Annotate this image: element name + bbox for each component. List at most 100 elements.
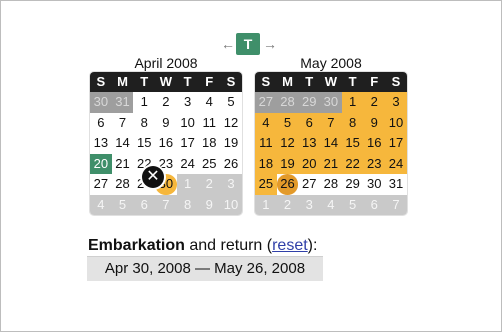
day-cell-selected[interactable]: 3 bbox=[385, 92, 407, 113]
week-row: 13 14 15 16 17 18 19 bbox=[90, 133, 242, 154]
day-cell-selected[interactable]: 12 bbox=[276, 133, 299, 154]
day-cell[interactable]: 6 bbox=[363, 194, 386, 215]
calendar-grid: S M T W T F S 30 31 1 2 3 4 5 6 7 8 9 10… bbox=[90, 72, 242, 215]
close-paren: ): bbox=[307, 237, 318, 254]
day-cell[interactable]: 30 bbox=[90, 92, 112, 113]
day-cell[interactable]: 3 bbox=[298, 194, 321, 215]
day-cell[interactable]: 15 bbox=[133, 133, 155, 154]
day-cell[interactable]: 27 bbox=[255, 92, 277, 113]
day-cell[interactable]: 3 bbox=[177, 92, 199, 113]
day-cell-selected[interactable]: 7 bbox=[320, 112, 342, 133]
day-cell-selected[interactable]: 8 bbox=[341, 112, 364, 133]
day-cell[interactable]: 31 bbox=[111, 92, 134, 113]
weekday-label: S bbox=[226, 74, 236, 89]
day-cell-selected[interactable]: 10 bbox=[385, 112, 407, 133]
month-title: April 2008 bbox=[134, 55, 198, 71]
day-cell[interactable]: 4 bbox=[90, 194, 112, 215]
day-cell-today[interactable]: 20 bbox=[90, 153, 112, 174]
day-cell[interactable]: 13 bbox=[90, 133, 112, 154]
day-cell-selected[interactable]: 21 bbox=[320, 153, 342, 174]
day-cell-selected[interactable]: 5 bbox=[276, 112, 299, 133]
day-cell[interactable]: 12 bbox=[220, 113, 242, 134]
day-cell[interactable]: 3 bbox=[220, 174, 242, 195]
day-cell[interactable]: 6 bbox=[90, 113, 112, 134]
day-cell[interactable]: 29 bbox=[342, 174, 364, 195]
reset-link[interactable]: reset bbox=[272, 237, 308, 254]
day-cell[interactable]: 2 bbox=[276, 194, 299, 215]
day-cell[interactable]: 16 bbox=[155, 133, 177, 154]
day-cell-selected[interactable]: 11 bbox=[255, 133, 277, 154]
day-cell[interactable]: 5 bbox=[341, 194, 364, 215]
weekday-label: T bbox=[305, 74, 314, 89]
day-cell-selected[interactable]: 18 bbox=[255, 153, 277, 174]
day-cell[interactable]: 27 bbox=[298, 174, 320, 195]
weekday-label: M bbox=[282, 74, 293, 89]
day-cell[interactable]: 29 bbox=[298, 92, 321, 113]
day-cell[interactable]: 5 bbox=[220, 92, 242, 113]
day-cell[interactable]: 24 bbox=[177, 154, 199, 175]
day-cell[interactable]: 25 bbox=[198, 154, 220, 175]
clear-selection-close-icon[interactable]: ✕ bbox=[142, 166, 164, 188]
day-cell[interactable]: 7 bbox=[385, 194, 407, 215]
day-cell[interactable]: 6 bbox=[133, 194, 156, 215]
day-cell[interactable]: 10 bbox=[177, 113, 199, 134]
day-cell-selected[interactable]: 24 bbox=[385, 153, 407, 174]
day-cell-selected[interactable]: 6 bbox=[298, 112, 321, 133]
day-cell-selected[interactable]: 16 bbox=[363, 133, 386, 154]
day-cell-selected[interactable]: 2 bbox=[363, 92, 386, 113]
day-cell[interactable]: 8 bbox=[133, 113, 155, 134]
day-cell-selected[interactable]: 9 bbox=[363, 112, 386, 133]
day-cell-selected[interactable]: 23 bbox=[363, 153, 386, 174]
day-cell-selected[interactable]: 25 bbox=[255, 174, 277, 195]
day-cell[interactable]: 1 bbox=[133, 92, 155, 113]
day-cell[interactable]: 1 bbox=[176, 174, 199, 195]
day-cell[interactable]: 28 bbox=[276, 92, 299, 113]
day-cell[interactable]: 31 bbox=[385, 174, 407, 195]
weekday-label: W bbox=[159, 74, 173, 89]
day-cell[interactable]: 27 bbox=[90, 174, 112, 195]
day-cell-selected[interactable]: 15 bbox=[341, 133, 364, 154]
day-cell[interactable]: 14 bbox=[112, 133, 134, 154]
week-row: 25 26 27 28 29 30 31 bbox=[255, 174, 407, 195]
day-cell-return[interactable]: 26 bbox=[276, 174, 299, 195]
month-navigation: ← T → bbox=[219, 33, 279, 55]
day-cell-selected[interactable]: 20 bbox=[298, 153, 321, 174]
today-button[interactable]: T bbox=[236, 33, 260, 55]
weekday-label: S bbox=[261, 74, 271, 89]
day-cell[interactable]: 5 bbox=[111, 194, 134, 215]
day-cell[interactable]: 28 bbox=[320, 174, 342, 195]
day-cell[interactable]: 21 bbox=[112, 154, 134, 175]
day-cell[interactable]: 11 bbox=[198, 113, 220, 134]
week-row: 27 28 29 30 1 2 3 bbox=[90, 174, 242, 195]
day-cell-selected[interactable]: 22 bbox=[341, 153, 364, 174]
day-cell-selected[interactable]: 14 bbox=[320, 133, 342, 154]
day-cell[interactable]: 10 bbox=[220, 194, 242, 215]
day-cell-selected[interactable]: 1 bbox=[341, 92, 364, 113]
day-cell-selected[interactable]: 19 bbox=[276, 153, 299, 174]
day-cell[interactable]: 28 bbox=[112, 174, 134, 195]
day-cell[interactable]: 4 bbox=[320, 194, 342, 215]
day-cell[interactable]: 7 bbox=[155, 194, 177, 215]
selected-range-field[interactable]: Apr 30, 2008 — May 26, 2008 bbox=[87, 256, 323, 281]
day-cell-selected[interactable]: 17 bbox=[385, 133, 407, 154]
calendar-may: May 2008 S M T W T F S 27 28 29 30 1 2 3… bbox=[255, 54, 407, 215]
previous-month-arrow-icon[interactable]: ← bbox=[221, 35, 235, 53]
day-cell[interactable]: 30 bbox=[320, 92, 342, 113]
week-row: 6 7 8 9 10 11 12 bbox=[90, 113, 242, 134]
day-cell[interactable]: 2 bbox=[198, 174, 221, 195]
day-cell[interactable]: 7 bbox=[112, 113, 134, 134]
day-cell[interactable]: 18 bbox=[198, 133, 220, 154]
day-cell-selected[interactable]: 4 bbox=[255, 112, 277, 133]
day-cell[interactable]: 30 bbox=[363, 174, 385, 195]
day-cell-selected[interactable]: 13 bbox=[298, 133, 321, 154]
next-month-arrow-icon[interactable]: → bbox=[263, 35, 277, 53]
day-cell[interactable]: 19 bbox=[220, 133, 242, 154]
day-cell[interactable]: 8 bbox=[176, 194, 199, 215]
day-cell[interactable]: 2 bbox=[155, 92, 177, 113]
day-cell[interactable]: 1 bbox=[255, 194, 277, 215]
day-cell[interactable]: 9 bbox=[198, 194, 221, 215]
day-cell[interactable]: 4 bbox=[198, 92, 220, 113]
day-cell[interactable]: 9 bbox=[155, 113, 177, 134]
day-cell[interactable]: 17 bbox=[177, 133, 199, 154]
day-cell[interactable]: 26 bbox=[220, 154, 242, 175]
